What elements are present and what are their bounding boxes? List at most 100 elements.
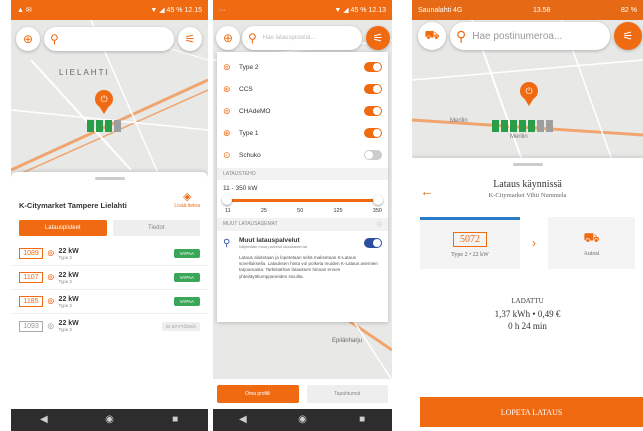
search-input[interactable]: ⚲ Hae latauspisteitä... <box>242 26 362 50</box>
charger-row[interactable]: 1093 ⊚ 22 kW Type 2 EI KÄYTÖSSÄ <box>11 314 208 338</box>
tick-label: 11 <box>225 208 231 214</box>
power-slider[interactable] <box>222 194 383 208</box>
search-icon: ⚲ <box>456 27 467 44</box>
other-services-title: Muut latauspalvelut <box>239 237 300 244</box>
car-card[interactable]: ⛟ Autosi <box>548 217 635 269</box>
locate-button[interactable]: ⊕ <box>16 27 40 51</box>
connector-toggle[interactable] <box>364 62 382 72</box>
status-bar: ▲ ✉ ▼ ◢ 45 % 12.15 <box>11 0 208 20</box>
clock: 12.13 <box>368 7 386 14</box>
connector-label: Schuko <box>239 151 261 159</box>
connector-row[interactable]: ⊛ CCS <box>223 78 382 100</box>
notification-icon: ▲ ✉ <box>17 7 32 14</box>
connector-toggle[interactable] <box>364 106 382 116</box>
search-icon: ⚲ <box>248 31 257 45</box>
filter-panel: ⊚ Type 2 ⊛ CCS ⊜ CHAdeMO ⊕ Type 1 ⊙ Schu… <box>217 52 388 322</box>
diamond-icon: ◈ <box>182 191 192 203</box>
type2-icon: ⊚ <box>223 61 231 72</box>
connector-list: ⊚ Type 2 ⊛ CCS ⊜ CHAdeMO ⊕ Type 1 ⊙ Schu… <box>217 52 388 166</box>
map-place-label: Merilin <box>450 118 468 124</box>
charger-type: Type 2 <box>58 327 73 332</box>
charger-type: Type 2 <box>58 278 73 284</box>
tick-label: 25 <box>260 208 267 214</box>
connector-toggle[interactable] <box>364 150 382 160</box>
plug-icon: ⊚ <box>47 248 55 258</box>
stop-charging-button[interactable]: LOPETA LATAUS <box>420 397 643 427</box>
help-icon[interactable]: ⓘ <box>377 221 382 228</box>
charger-row[interactable]: 1089 ⊚ 22 kW Type 2 VAPAA <box>11 242 208 266</box>
other-services-toggle[interactable] <box>364 238 382 248</box>
tab-chargers[interactable]: Latauspisteet <box>19 220 107 236</box>
charger-power: 22 kW <box>58 295 79 303</box>
more-info-link[interactable]: ◈ Lisää tietoa <box>174 190 200 209</box>
charger-id: 1093 <box>19 320 43 332</box>
charger-id: 1185 <box>19 296 43 307</box>
tab-info[interactable]: Tiedot <box>112 220 200 236</box>
section-title: MUUT LATAUSASEMAT <box>223 221 278 227</box>
other-services-sub: Näytetään muut palvelut latausasemat <box>239 244 308 249</box>
charger-card[interactable]: 5072 Type 2 • 22 kW <box>420 217 520 269</box>
clock: 13.58 <box>532 6 551 14</box>
recents-icon[interactable]: ■ <box>169 414 181 426</box>
back-icon[interactable]: ◀ <box>237 414 249 426</box>
car-button[interactable]: ⛟ <box>418 22 446 50</box>
filter-button[interactable]: ⚟ <box>614 22 642 50</box>
sheet-handle[interactable] <box>512 163 543 166</box>
search-icon: ⚲ <box>50 32 59 46</box>
station-sheet: K-Citymarket Tampere Lielahti ◈ Lisää ti… <box>11 172 208 409</box>
info-text: Lataus aloitetaan ja lopetetaan sekä mak… <box>239 255 378 279</box>
status-badge: VAPAA <box>173 297 200 306</box>
charger-desc: Type 2 • 22 kW <box>451 251 489 258</box>
locate-button[interactable]: ⊕ <box>216 26 240 50</box>
home-icon[interactable]: ◉ <box>296 414 308 426</box>
charger-type: Type 2 <box>58 302 73 308</box>
charger-row[interactable]: 1185 ⊚ 22 kW Type 2 VAPAA <box>11 290 208 314</box>
charger-row[interactable]: 1107 ⊚ 22 kW Type 2 VAPAA <box>11 266 208 290</box>
availability-bars <box>492 120 553 132</box>
crosshair-icon: ⊕ <box>222 31 234 45</box>
filter-button[interactable]: ⚟ <box>366 26 390 50</box>
connector-toggle[interactable] <box>364 128 382 138</box>
section-header: MUUT LATAUSASEMAT ⓘ <box>217 218 388 231</box>
charger-list: 1089 ⊚ 22 kW Type 2 VAPAA 1107 ⊚ 22 kW Typ… <box>11 242 208 338</box>
slider-min-handle[interactable] <box>222 195 232 205</box>
map-place-label: Epilänharju <box>331 338 362 344</box>
station-pin[interactable]: ⏻ <box>518 82 540 108</box>
recents-icon[interactable]: ■ <box>356 414 368 426</box>
status-bar: ··· ▼ ◢ 45 % 12.13 <box>213 0 392 20</box>
other-services-row[interactable]: ⚲ Muut latauspalvelut Näytetään muut pal… <box>217 231 388 251</box>
status-badge: VAPAA <box>173 273 200 282</box>
filter-button[interactable]: ⚟ <box>178 27 202 51</box>
slider-max-handle[interactable] <box>373 195 383 205</box>
tab-events[interactable]: Tapahtumat <box>306 385 388 403</box>
section-header: LATAUSTEHO <box>217 168 388 180</box>
chevron-right-icon: › <box>532 236 536 250</box>
filter-icon: ⚟ <box>372 31 384 45</box>
search-input[interactable]: ⚲ Hae postinumeroa... <box>450 22 610 50</box>
charging-sheet: ← Lataus käynnissä K-Citymarket Vihti Nu… <box>412 158 643 431</box>
more-info-label: Lisää tietoa <box>174 203 200 209</box>
filter-icon: ⚟ <box>184 32 196 46</box>
search-placeholder: Hae latauspisteitä... <box>262 35 316 41</box>
back-icon[interactable]: ◀ <box>38 414 50 426</box>
battery-text: 82 % <box>621 6 637 14</box>
home-icon[interactable]: ◉ <box>103 414 115 426</box>
search-input[interactable]: ⚲ <box>44 27 174 51</box>
connector-row[interactable]: ⊜ CHAdeMO <box>223 100 382 122</box>
connector-row[interactable]: ⊚ Type 2 <box>223 56 382 78</box>
tab-profile[interactable]: Oma profiili <box>217 385 299 403</box>
charger-type: Type 2 <box>58 254 73 260</box>
status-badge: VAPAA <box>173 249 200 258</box>
back-arrow-icon[interactable]: ← <box>420 183 434 199</box>
connector-toggle[interactable] <box>364 84 382 94</box>
power-ticks: 11 25 50 125 350 <box>217 208 388 218</box>
connector-row[interactable]: ⊕ Type 1 <box>223 122 382 144</box>
sheet-handle[interactable] <box>94 177 125 180</box>
charger-power: 22 kW <box>58 247 79 255</box>
clock: 12.15 <box>184 7 202 14</box>
station-pin[interactable]: ⏻ <box>93 90 115 116</box>
connector-row[interactable]: ⊙ Schuko <box>223 144 382 166</box>
schuko-icon: ⊙ <box>223 149 231 160</box>
charged-label: LADATTU <box>511 297 544 305</box>
power-range: 11 - 350 kW <box>223 185 258 192</box>
